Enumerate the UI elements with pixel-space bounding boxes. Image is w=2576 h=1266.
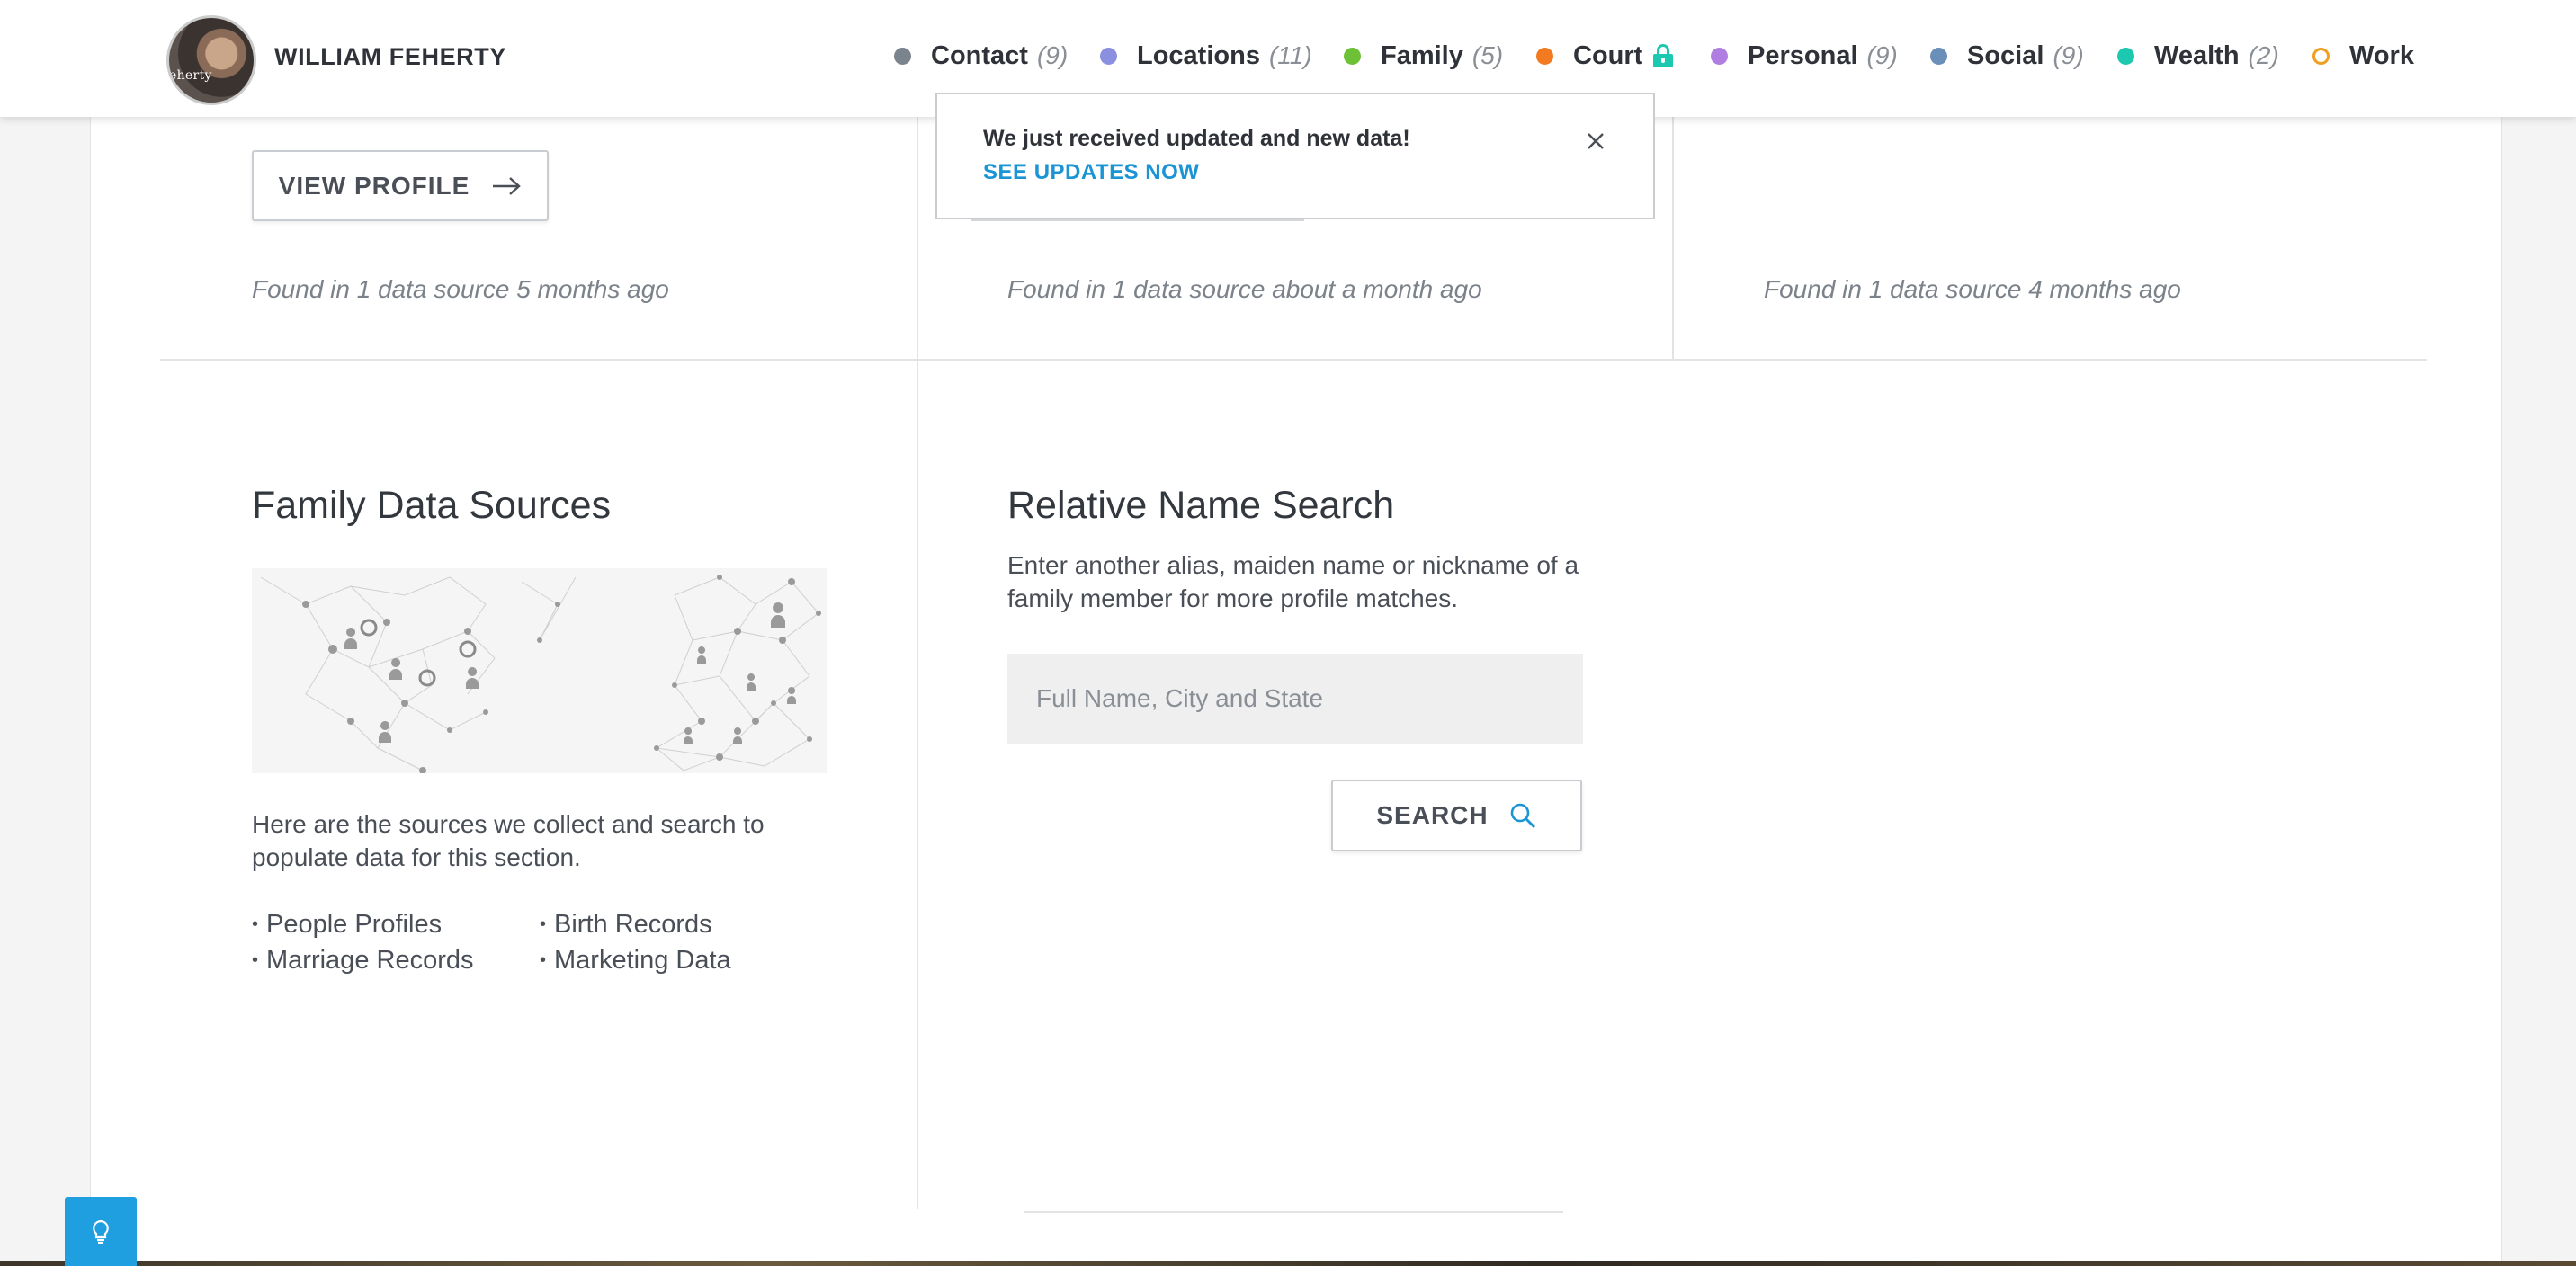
nav-label: Locations (1137, 40, 1260, 70)
personal-dot-icon (1711, 47, 1728, 65)
list-item: People Profiles (252, 908, 474, 944)
nav-label: Contact (931, 40, 1028, 70)
nav-label: Social (1967, 40, 2044, 70)
court-dot-icon (1536, 47, 1553, 65)
found-source-text-2: Found in 1 data source about a month ago (1007, 275, 1482, 303)
bottom-divider (1024, 1211, 1563, 1213)
locations-dot-icon (1100, 47, 1117, 65)
column-divider-2 (1672, 108, 1674, 360)
nav-count: (9) (1036, 41, 1069, 69)
found-source-text-1: Found in 1 data source 5 months ago (252, 275, 669, 303)
search-button[interactable]: SEARCH (1331, 780, 1582, 851)
sources-list-left: People Profiles Marriage Records (252, 908, 474, 980)
list-item: Marriage Records (252, 944, 473, 980)
notification-message: We just received updated and new data! (983, 126, 1410, 151)
nav-item-family[interactable]: Family (5) (1344, 38, 1503, 74)
nav-label: Personal (1748, 40, 1858, 70)
nav-count: (9) (2053, 41, 2084, 69)
view-profile-button[interactable]: VIEW PROFILE (252, 150, 549, 221)
nav-item-contact[interactable]: Contact (9) (894, 38, 1068, 74)
nav-count: (2) (2248, 41, 2279, 69)
nav-item-wealth[interactable]: Wealth (2) (2117, 38, 2279, 74)
bottom-edge-strip (0, 1261, 2576, 1266)
nav-count: (5) (1471, 41, 1504, 69)
nav-item-social[interactable]: Social (9) (1930, 38, 2084, 74)
search-icon (1508, 801, 1537, 830)
column-divider-1 (917, 108, 918, 1209)
nav-label: Wealth (2154, 40, 2240, 70)
network-graph-image (252, 568, 827, 773)
nav-label: Court (1573, 40, 1643, 70)
family-sources-title: Family Data Sources (252, 484, 612, 527)
family-sources-description: Here are the sources we collect and sear… (252, 810, 765, 871)
row-divider (160, 359, 2427, 361)
contact-dot-icon (894, 47, 911, 65)
list-item: Marketing Data (540, 944, 731, 980)
relative-search-title: Relative Name Search (1007, 484, 1395, 527)
lightbulb-icon (90, 1218, 112, 1245)
search-button-label: SEARCH (1376, 801, 1489, 829)
section-nav: Contact (9) Locations (11) Family (5) Co… (0, 38, 2576, 74)
arrow-right-icon (491, 175, 522, 197)
nav-item-personal[interactable]: Personal (9) (1711, 38, 1898, 74)
nav-count: (9) (1866, 41, 1898, 69)
sources-list-right: Birth Records Marketing Data (540, 908, 731, 980)
wealth-dot-icon (2117, 47, 2134, 65)
list-item: Birth Records (540, 908, 731, 944)
nav-count: (11) (1268, 41, 1312, 69)
nav-item-court[interactable]: Court (1536, 38, 1674, 74)
relative-name-input[interactable] (1007, 654, 1583, 744)
nav-label: Work (2349, 40, 2414, 70)
see-updates-link[interactable]: SEE UPDATES NOW (983, 160, 1199, 185)
social-dot-icon (1930, 47, 1947, 65)
found-source-text-3: Found in 1 data source 4 months ago (1764, 275, 2181, 303)
updates-notification: We just received updated and new data! S… (935, 93, 1655, 219)
relative-search-description: Enter another alias, maiden name or nick… (1007, 551, 1579, 612)
nav-item-work[interactable]: Work (2312, 38, 2414, 74)
nav-item-locations[interactable]: Locations (11) (1100, 38, 1312, 74)
close-icon[interactable] (1583, 129, 1608, 154)
family-dot-icon (1344, 47, 1361, 65)
view-profile-label: VIEW PROFILE (278, 171, 470, 200)
help-button[interactable] (65, 1197, 137, 1266)
work-ring-icon (2312, 47, 2330, 65)
lock-icon (1653, 44, 1674, 67)
nav-label: Family (1381, 40, 1463, 70)
